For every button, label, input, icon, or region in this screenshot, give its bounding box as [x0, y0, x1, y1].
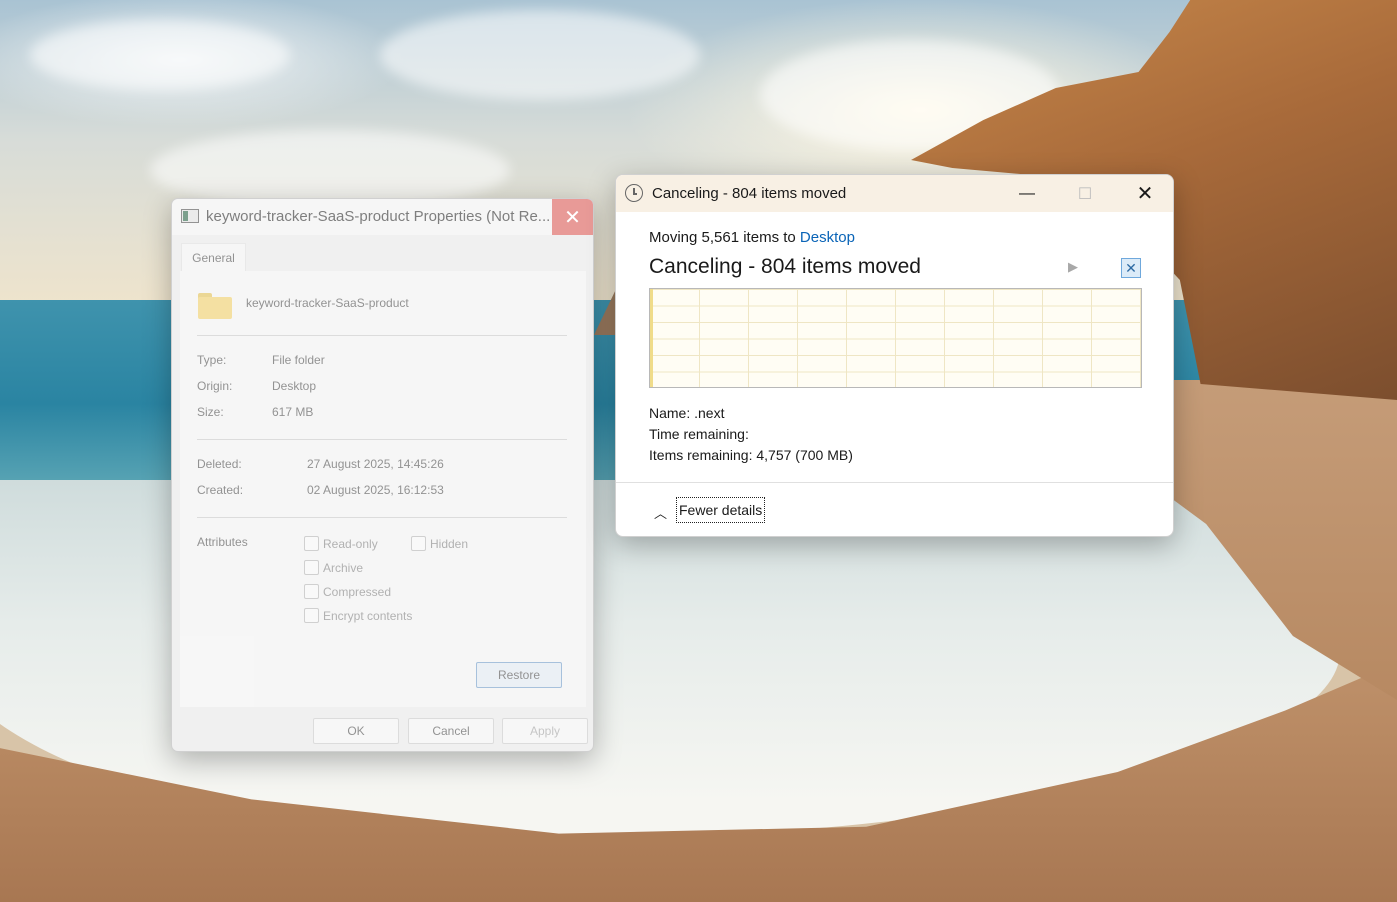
wallpaper-cloud: [30, 20, 290, 90]
wallpaper-cloud: [380, 10, 700, 100]
hidden-label: Hidden: [430, 537, 469, 551]
cancel-button[interactable]: Cancel: [408, 718, 494, 744]
name-row: Name: .next: [649, 405, 724, 421]
size-value: 617 MB: [272, 405, 314, 419]
origin-label: Origin:: [197, 379, 233, 393]
moving-summary: Moving 5,561 items to Desktop: [649, 229, 855, 246]
stop-icon: ✕: [1125, 259, 1137, 276]
play-icon[interactable]: ▶: [1068, 259, 1082, 274]
readonly-checkbox[interactable]: [304, 536, 319, 551]
close-icon: ✕: [1136, 183, 1154, 205]
readonly-label: Read-only: [323, 537, 378, 551]
hidden-checkbox[interactable]: [411, 536, 426, 551]
maximize-icon: ☐: [1077, 185, 1093, 203]
apply-button[interactable]: Apply: [502, 718, 588, 744]
properties-window-icon: [181, 209, 199, 223]
items-remaining-label: Items remaining:: [649, 447, 753, 463]
properties-titlebar[interactable]: keyword-tracker-SaaS-product Properties …: [172, 199, 593, 235]
time-remaining-row: Time remaining:: [649, 426, 749, 442]
moving-prefix: Moving 5,561 items to: [649, 229, 796, 246]
deleted-value: 27 August 2025, 14:45:26: [307, 457, 444, 471]
minimize-icon: —: [1019, 184, 1035, 202]
ok-button[interactable]: OK: [313, 718, 399, 744]
compressed-label: Compressed: [323, 585, 392, 599]
name-label: Name:: [649, 405, 691, 421]
encrypt-checkbox[interactable]: [304, 608, 319, 623]
properties-close-button[interactable]: ✕: [552, 199, 593, 235]
fewer-details-button[interactable]: Fewer details: [676, 497, 766, 523]
clock-icon: [625, 184, 643, 202]
separator: [197, 439, 567, 440]
close-icon: ✕: [564, 206, 581, 229]
divider: [616, 482, 1173, 483]
compressed-checkbox[interactable]: [304, 584, 319, 599]
created-label: Created:: [197, 483, 244, 497]
maximize-button[interactable]: ☐: [1056, 175, 1114, 212]
progress-close-button[interactable]: ✕: [1116, 175, 1173, 212]
archive-checkbox[interactable]: [304, 560, 319, 575]
items-remaining-row: Items remaining: 4,757 (700 MB): [649, 447, 853, 463]
created-value: 02 August 2025, 16:12:53: [307, 483, 444, 497]
operation-status: Canceling - 804 items moved: [649, 255, 921, 278]
tab-general[interactable]: General: [181, 243, 246, 271]
stop-button[interactable]: ✕: [1121, 258, 1141, 278]
folder-icon: [198, 291, 232, 319]
destination-link[interactable]: Desktop: [800, 229, 855, 246]
properties-dialog: keyword-tracker-SaaS-product Properties …: [171, 198, 594, 752]
name-value: .next: [694, 405, 725, 421]
separator: [197, 517, 567, 518]
deleted-label: Deleted:: [197, 457, 242, 471]
properties-title: keyword-tracker-SaaS-product Properties …: [206, 208, 551, 225]
minimize-button[interactable]: —: [998, 175, 1056, 212]
type-value: File folder: [272, 353, 325, 367]
type-label: Type:: [197, 353, 227, 367]
items-remaining-value: 4,757 (700 MB): [756, 447, 853, 463]
file-operation-dialog: Canceling - 804 items moved — ☐ ✕ Moving…: [615, 174, 1174, 537]
progress-fill: [650, 289, 653, 387]
encrypt-label: Encrypt contents: [323, 609, 413, 623]
size-label: Size:: [197, 405, 224, 419]
transfer-speed-graph: [649, 288, 1142, 388]
general-panel: keyword-tracker-SaaS-product Type: File …: [180, 271, 586, 707]
archive-label: Archive: [323, 561, 364, 575]
restore-button[interactable]: Restore: [476, 662, 562, 688]
progress-titlebar[interactable]: Canceling - 804 items moved — ☐ ✕: [616, 175, 1173, 212]
folder-name: keyword-tracker-SaaS-product: [246, 296, 409, 310]
progress-title: Canceling - 804 items moved: [652, 185, 847, 202]
origin-value: Desktop: [272, 379, 317, 393]
time-remaining-label: Time remaining:: [649, 426, 749, 442]
chevron-up-icon[interactable]: ︿: [654, 503, 668, 521]
attributes-label: Attributes: [197, 535, 248, 549]
separator: [197, 335, 567, 336]
